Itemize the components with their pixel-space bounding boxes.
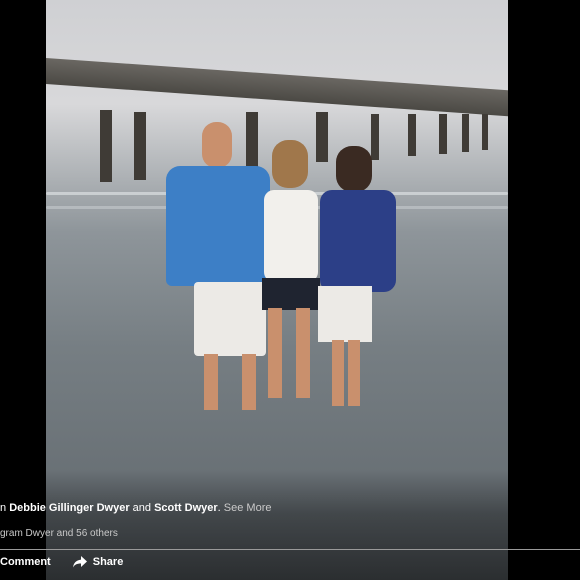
tagged-user-link[interactable]: Debbie Gillinger Dwyer <box>9 502 129 514</box>
comment-button[interactable]: Comment <box>0 556 51 568</box>
person-man <box>166 122 270 414</box>
see-more-link[interactable]: See More <box>224 502 272 514</box>
pier-piling <box>482 114 488 150</box>
post-actions: Comment Share <box>0 556 123 568</box>
person-woman-right <box>312 146 402 408</box>
likes-summary[interactable]: gram Dwyer and 56 others <box>0 528 118 539</box>
share-icon <box>72 556 87 568</box>
pier-piling <box>439 114 447 154</box>
pier <box>46 58 508 117</box>
pier-piling <box>408 114 416 156</box>
tagged-user-link[interactable]: Scott Dwyer <box>154 502 218 514</box>
pier-piling <box>462 114 469 152</box>
share-button[interactable]: Share <box>72 556 124 568</box>
post-caption: n Debbie Gillinger Dwyer and Scott Dwyer… <box>0 502 271 514</box>
action-divider <box>0 549 580 550</box>
pier-piling <box>100 110 112 182</box>
caption-joiner: and <box>129 502 155 514</box>
caption-prefix: n <box>0 502 7 514</box>
pier-piling <box>134 112 146 180</box>
comment-label: Comment <box>0 556 51 568</box>
share-label: Share <box>92 556 124 568</box>
